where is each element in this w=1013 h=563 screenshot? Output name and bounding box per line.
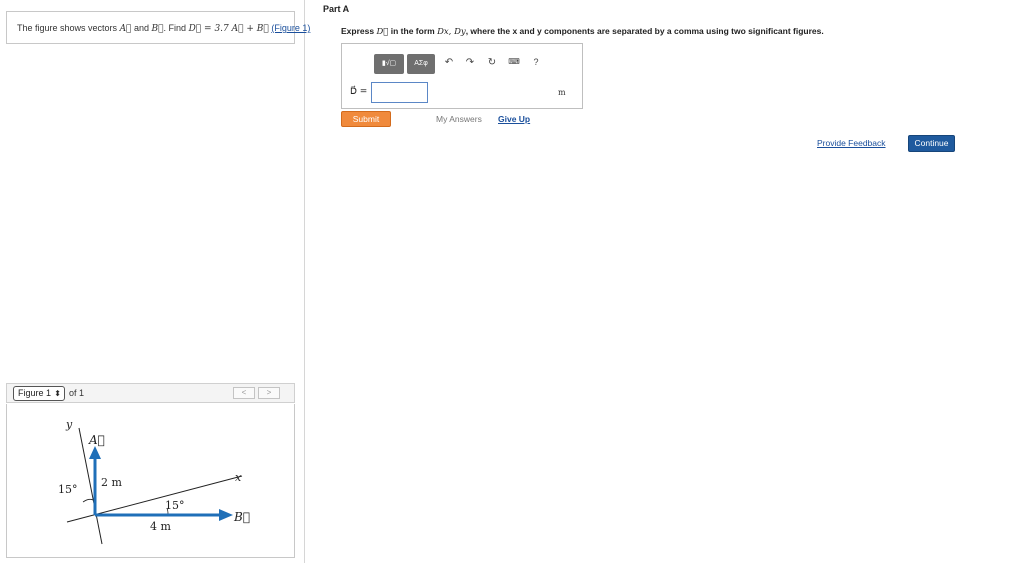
figure-toolbar: Figure 1 ⬍ of 1 < > <box>6 383 295 403</box>
bottom-angle-label: 15° <box>165 499 185 512</box>
left-angle-label: 15° <box>58 483 78 496</box>
problem-and: and <box>133 23 150 33</box>
vector-b-symbol: B⃗ <box>151 24 164 34</box>
figure-select[interactable]: Figure 1 ⬍ <box>13 386 65 401</box>
provide-feedback-link[interactable]: Provide Feedback <box>817 138 886 148</box>
problem-text-prefix: The figure shows vectors <box>17 23 118 33</box>
reset-icon[interactable]: ↻ <box>485 57 499 68</box>
my-answers-link[interactable]: My Answers <box>436 114 482 124</box>
give-up-link[interactable]: Give Up <box>498 114 530 124</box>
vector-diagram: y x A⃗ B⃗ 15° 15° 2 m 4 m <box>58 418 250 545</box>
instruction-suffix: , where the x and y components are separ… <box>465 26 824 36</box>
submit-button[interactable]: Submit <box>341 111 391 127</box>
continue-button[interactable]: Continue <box>908 135 955 152</box>
vector-a-magnitude: 2 m <box>101 476 122 489</box>
instruction-mid: in the form <box>390 26 435 36</box>
problem-statement: The figure shows vectors A⃗ and B⃗. Find… <box>6 11 310 44</box>
prev-figure-button[interactable]: < <box>233 387 255 399</box>
question-panel: Part A Express D⃗ in the form Dx, Dy, wh… <box>305 0 1013 563</box>
instruction-form: Dx, Dy <box>437 27 466 37</box>
answer-box: ▮√▢ ΑΣφ ↶ ↷ ↻ ⌨ ? D⃗ = m <box>341 43 583 109</box>
vector-b-arrowhead <box>219 509 233 521</box>
instruction-variable: D⃗ <box>376 27 389 37</box>
updown-icon: ⬍ <box>54 389 61 398</box>
x-axis-label: x <box>235 471 242 484</box>
greek-symbols-button[interactable]: ΑΣφ <box>407 54 435 74</box>
figure-select-value: Figure 1 <box>18 388 52 398</box>
answer-input[interactable] <box>371 82 428 103</box>
answer-unit: m <box>558 88 566 97</box>
redo-icon[interactable]: ↷ <box>463 57 477 68</box>
problem-find: . Find <box>163 23 187 33</box>
vector-a-label: A⃗ <box>88 433 105 447</box>
keyboard-icon[interactable]: ⌨ <box>507 57 521 66</box>
left-angle-arc <box>82 498 94 503</box>
vector-b-magnitude: 4 m <box>150 520 171 533</box>
figure-count: of 1 <box>69 388 85 398</box>
templates-button[interactable]: ▮√▢ <box>374 54 404 74</box>
figure-canvas: y x A⃗ B⃗ 15° 15° 2 m 4 m <box>6 404 295 558</box>
vector-b-label: B⃗ <box>233 510 250 524</box>
vector-a-symbol: A⃗ <box>119 24 132 34</box>
undo-icon[interactable]: ↶ <box>442 57 456 68</box>
part-title: Part A <box>323 4 350 14</box>
answer-label: D⃗ = <box>350 87 368 97</box>
left-panel: The figure shows vectors A⃗ and B⃗. Find… <box>0 0 310 563</box>
next-figure-button[interactable]: > <box>258 387 280 399</box>
vector-a-arrowhead <box>89 446 101 459</box>
problem-expression: D⃗ = 3.7 A⃗ + B⃗ <box>188 24 269 34</box>
y-axis-label: y <box>65 418 73 431</box>
instruction-text: Express D⃗ in the form Dx, Dy, where the… <box>341 26 824 37</box>
help-button[interactable]: ? <box>529 57 543 67</box>
instruction-prefix: Express <box>341 26 375 36</box>
